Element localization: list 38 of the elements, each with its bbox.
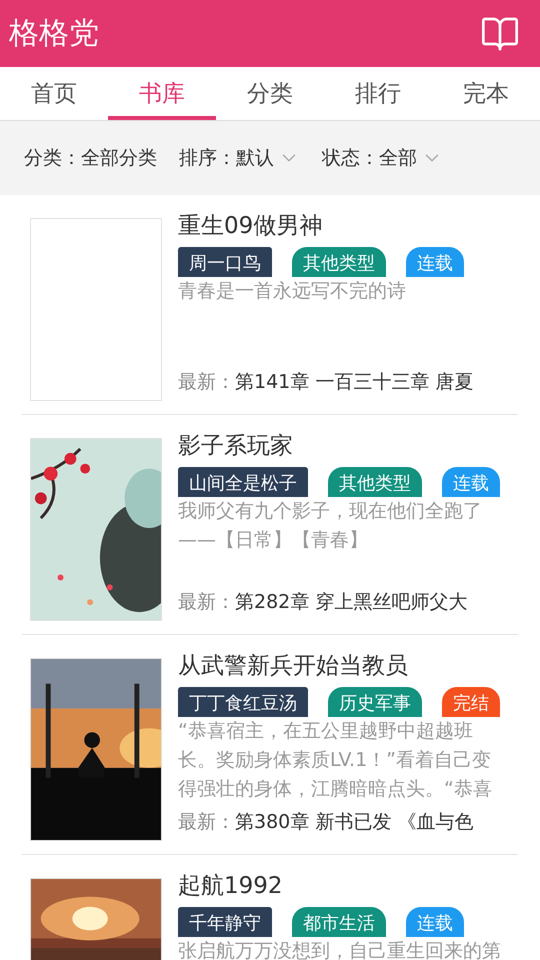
category-tag: 其他类型 <box>328 467 422 497</box>
nav-tab[interactable]: 排行 <box>324 67 432 120</box>
latest-label: 最新： <box>178 370 235 395</box>
book-item[interactable]: 影子系玩家 山间全是松子 其他类型 连载 我师父有九个影子，现在他们全跑了 ——【日常】【青春】 最新：第282章 穿上黑丝吧师父大 <box>22 415 518 635</box>
status-tag: 完结 <box>442 687 500 717</box>
status-tag: 连载 <box>442 467 500 497</box>
status-tag: 连载 <box>406 907 464 937</box>
book-description: 我师父有九个影子，现在他们全跑了 ——【日常】【青春】 <box>178 499 483 553</box>
latest-label: 最新： <box>178 590 235 615</box>
author-tag: 山间全是松子 <box>178 467 308 497</box>
book-item[interactable]: 重生09做男神 周一口鸟 其他类型 连载 青春是一首永远写不完的诗 最新：第141章 一百三十三章 唐夏 <box>22 195 518 415</box>
nav-tab[interactable]: 分类 <box>216 67 324 120</box>
book-description: 青春是一首永远写不完的诗 <box>178 279 407 304</box>
filter-dropdown[interactable]: 状态：全部 <box>322 145 417 171</box>
latest-chapter: 第282章 穿上黑丝吧师父大 <box>235 590 468 615</box>
author-tag: 丁丁食红豆汤 <box>178 687 308 717</box>
book-item[interactable]: 从武警新兵开始当教员 丁丁食红豆汤 历史军事 完结 “恭喜宿主，在五公里越野中超越班 长。奖励身体素质LV.1！”看着自己变 得强壮的身体，江腾暗暗点头。“恭喜 最新：第380章 新书已发 《血与色 <box>22 635 518 855</box>
book-description: “恭喜宿主，在五公里越野中超越班 长。奖励身体素质LV.1！”看着自己变 得强壮的身体，江腾暗暗点头。“恭喜 <box>178 719 493 802</box>
filter-dropdown[interactable]: 分类：全部分类 <box>24 145 157 171</box>
book-title: 起航1992 <box>178 872 284 901</box>
nav-tab[interactable]: 完本 <box>432 67 540 120</box>
book-title: 影子系玩家 <box>178 432 294 461</box>
category-tag: 都市生活 <box>292 907 386 937</box>
author-tag: 千年静守 <box>178 907 272 937</box>
book-title: 从武警新兵开始当教员 <box>178 652 409 681</box>
author-tag: 周一口鸟 <box>178 247 272 277</box>
category-tag: 历史军事 <box>328 687 422 717</box>
status-tag: 连载 <box>406 247 464 277</box>
book-item[interactable]: 起航1992 千年静守 都市生活 连载 张启航万万没想到，自己重生回来的第 <box>22 855 518 960</box>
latest-chapter: 第380章 新书已发 《血与色 <box>235 810 474 835</box>
latest-chapter: 第141章 一百三十三章 唐夏 <box>235 370 474 395</box>
category-tag: 其他类型 <box>292 247 386 277</box>
book-description: 张启航万万没想到，自己重生回来的第 <box>178 939 502 960</box>
latest-label: 最新： <box>178 810 235 835</box>
book-title: 重生09做男神 <box>178 212 324 241</box>
filter-dropdown[interactable]: 排序：默认 <box>179 145 274 171</box>
nav-tab[interactable]: 首页 <box>0 67 108 120</box>
app-title: 格格党 <box>9 15 99 53</box>
